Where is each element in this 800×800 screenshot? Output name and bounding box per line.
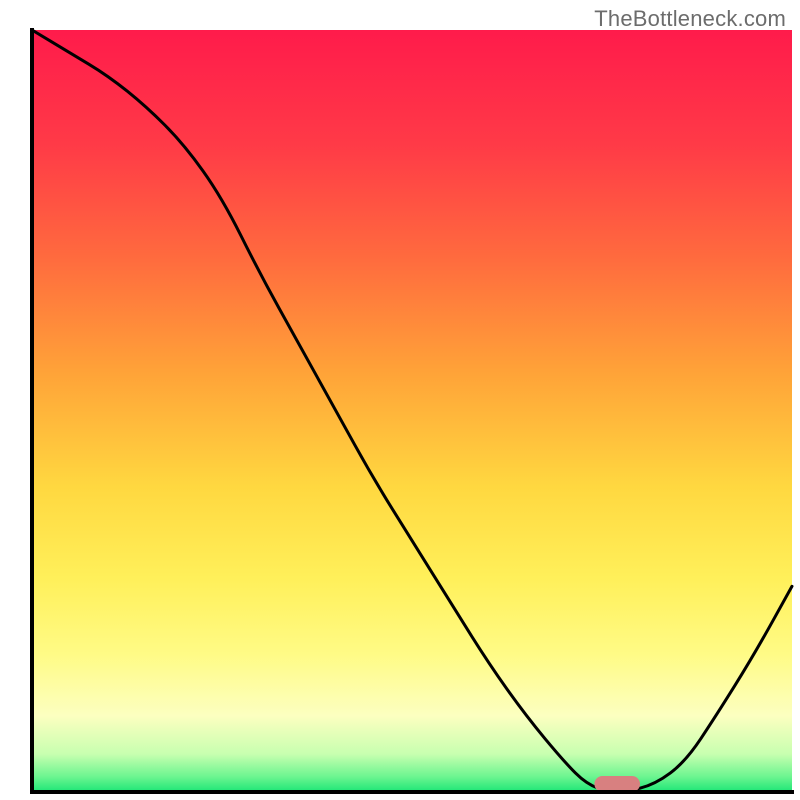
gradient-background <box>32 30 792 792</box>
bottleneck-chart <box>0 0 800 800</box>
chart-canvas: TheBottleneck.com <box>0 0 800 800</box>
optimum-marker <box>594 776 640 792</box>
watermark-text: TheBottleneck.com <box>594 6 786 32</box>
